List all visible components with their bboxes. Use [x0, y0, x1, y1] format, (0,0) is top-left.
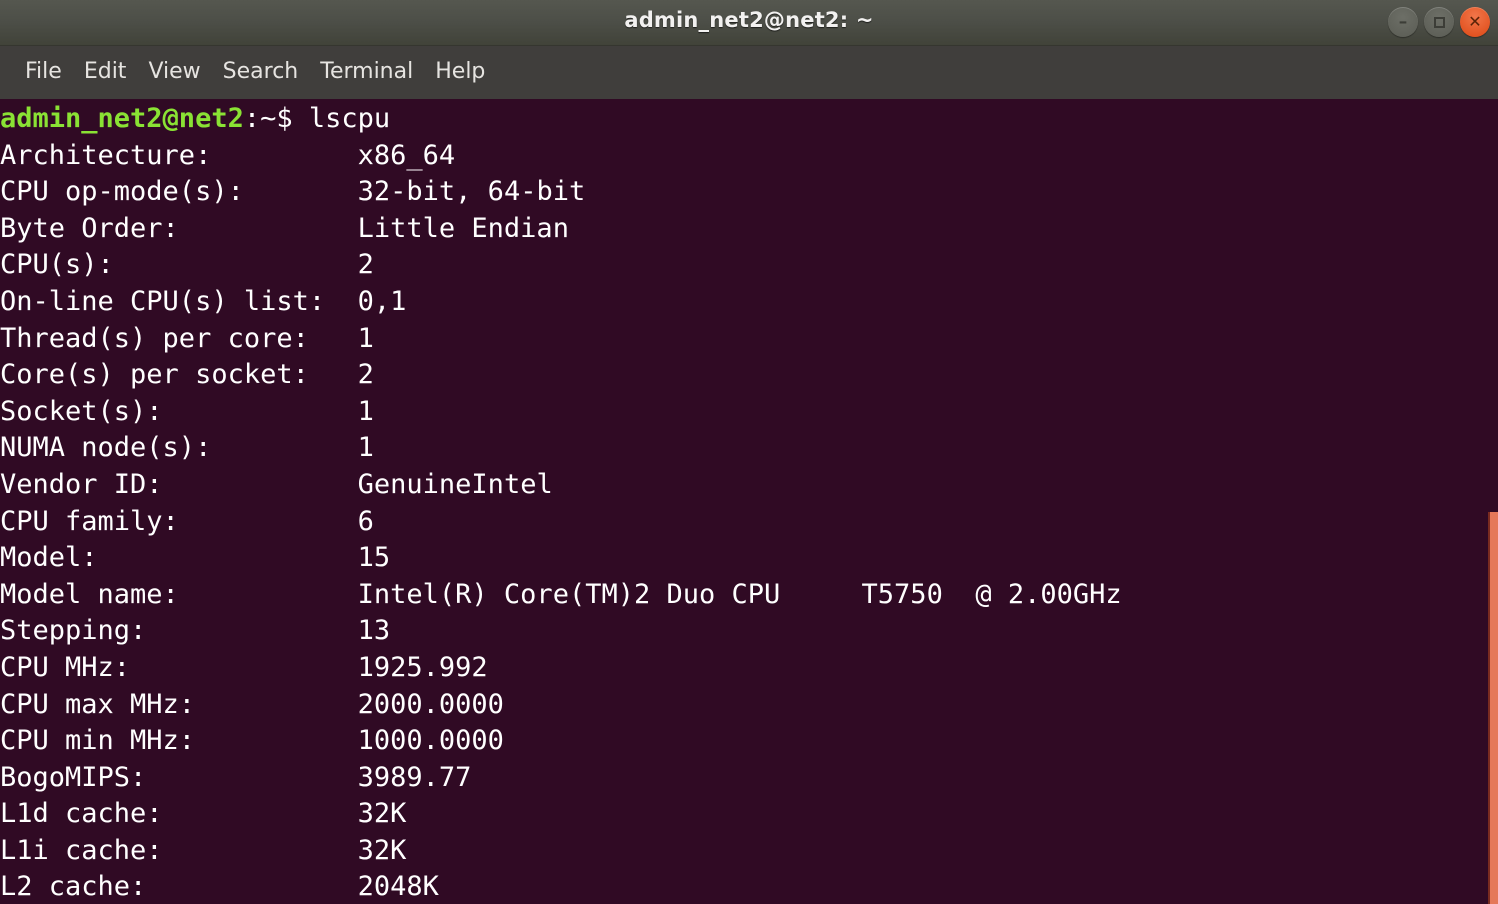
minimize-button[interactable]: –: [1388, 7, 1418, 37]
close-icon: ✕: [1468, 12, 1482, 31]
scrollbar-thumb[interactable]: [1488, 512, 1498, 904]
close-button[interactable]: ✕: [1460, 7, 1490, 37]
menu-item-edit[interactable]: Edit: [73, 57, 138, 88]
title-bar[interactable]: admin_net2@net2: ~ – ✕: [0, 0, 1498, 46]
terminal-output: admin_net2@net2:~$ lscpu Architecture: x…: [0, 103, 1122, 903]
terminal-window: admin_net2@net2: ~ – ✕ File Edit View Se…: [0, 0, 1498, 904]
menu-item-search[interactable]: Search: [212, 57, 310, 88]
window-title: admin_net2@net2: ~: [624, 8, 874, 32]
terminal-scrollbar[interactable]: [1488, 99, 1498, 904]
window-controls: – ✕: [1388, 7, 1490, 37]
menu-bar: File Edit View Search Terminal Help: [0, 46, 1498, 99]
menu-item-view[interactable]: View: [137, 57, 211, 88]
minimize-icon: –: [1398, 11, 1408, 32]
terminal-screen[interactable]: admin_net2@net2:~$ lscpu Architecture: x…: [0, 99, 1498, 904]
menu-item-file[interactable]: File: [14, 57, 73, 88]
menu-item-terminal[interactable]: Terminal: [309, 57, 424, 88]
maximize-icon: [1424, 7, 1454, 37]
maximize-button[interactable]: [1424, 7, 1454, 37]
menu-item-help[interactable]: Help: [424, 57, 496, 88]
